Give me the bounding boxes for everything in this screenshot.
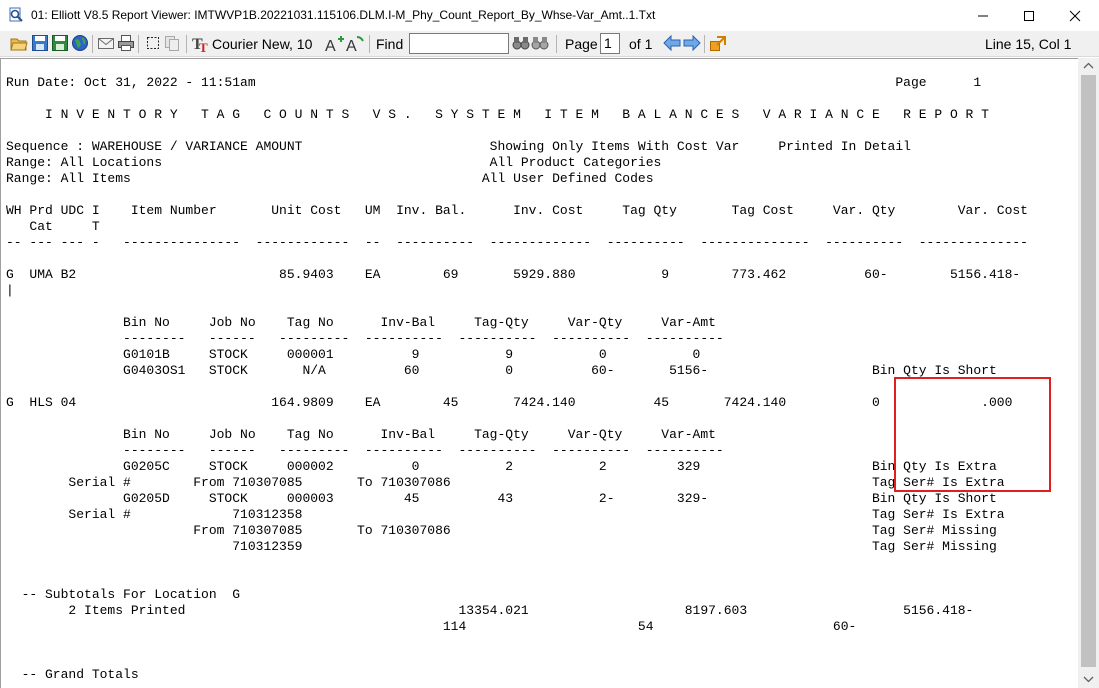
report-line: G0101B STOCK 000001 9 9 0 0 [6,347,701,362]
toolbar-separator [138,35,139,53]
report-line: WH Prd UDC I Item Number Unit Cost UM In… [6,203,1028,218]
toolbar: TT Courier New, 10 A A Find Page 1 of 1 … [0,31,1099,57]
maximize-icon [1024,11,1034,21]
report-line: G HLS 04 164.9809 EA 45 7424.140 45 7424… [6,395,1013,410]
toolbar-separator [556,35,557,53]
minimize-button[interactable] [960,0,1006,31]
report-line: -- --- --- - --------------- -----------… [6,235,1028,250]
font-tt-icon[interactable]: TT [191,34,211,54]
find-next-binoculars-icon[interactable] [512,34,530,54]
report-line: G UMA B2 85.9403 EA 69 5929.880 9 773.46… [6,267,1021,282]
report-line: 2 Items Printed 13354.021 8197.603 5156.… [6,603,974,618]
report-line: -- Subtotals For Location G [6,587,241,602]
page-number-input[interactable]: 1 [600,33,620,54]
find-previous-binoculars-icon[interactable] [531,34,549,54]
decrease-font-icon[interactable]: A [346,34,366,54]
report-line: G0205D STOCK 000003 45 43 2- 329- Bin Qt… [6,491,997,506]
minimize-icon [978,15,988,17]
report-line: G0205C STOCK 000002 0 2 2 329 Bin Qty Is… [6,459,997,474]
svg-text:T: T [199,40,208,54]
toolbar-separator [92,35,93,53]
scrollbar-thumb[interactable] [1081,75,1096,667]
svg-text:A: A [325,38,336,54]
report-line: Range: All Items All User Defined Codes [6,171,654,186]
report-line: -------- ------ --------- ---------- ---… [6,331,724,346]
toolbar-separator [704,35,705,53]
close-icon [1069,10,1081,22]
title-bar: 01: Elliott V8.5 Report Viewer: IMTWVP1B… [0,0,1099,31]
next-page-arrow-icon[interactable] [683,34,701,54]
maximize-button[interactable] [1006,0,1052,31]
find-input[interactable] [409,33,509,54]
page-count: of 1 [629,36,653,52]
scroll-up-arrow-icon[interactable] [1078,58,1099,75]
highlight-box [894,377,1051,492]
report-line: I N V E N T O R Y T A G C O U N T S V S … [6,107,989,122]
cursor-position: Line 15, Col 1 [985,36,1072,52]
report-line: Cat T [6,219,100,234]
report-line: Run Date: Oct 31, 2022 - 11:51am Page 1 [6,75,982,90]
toolbar-separator [369,35,370,53]
previous-page-arrow-icon[interactable] [663,34,681,54]
find-label: Find [376,36,404,52]
scroll-down-arrow-icon[interactable] [1078,671,1099,688]
select-icon[interactable] [144,34,162,54]
font-selector[interactable]: Courier New, 10 [212,36,312,52]
save-icon[interactable] [31,34,49,54]
email-icon[interactable] [97,34,115,54]
report-text-area[interactable]: Run Date: Oct 31, 2022 - 11:51am Page 1 … [0,58,1078,688]
export-icon[interactable] [709,34,727,54]
report-line: -- Grand Totals [6,667,139,682]
report-line: Bin No Job No Tag No Inv-Bal Tag-Qty Var… [6,315,716,330]
web-globe-icon[interactable] [71,34,89,54]
report-line: 710312359 Tag Ser# Missing [6,539,997,554]
window-title: 01: Elliott V8.5 Report Viewer: IMTWVP1B… [31,8,656,22]
print-icon[interactable] [117,34,135,54]
report-line: G0403OS1 STOCK N/A 60 0 60- 5156- Bin Qt… [6,363,997,378]
report-line: | [6,283,14,298]
report-viewer-app-icon[interactable] [8,7,24,23]
report-line: Range: All Locations All Product Categor… [6,155,662,170]
report-line: Serial # From 710307085 To 710307086 Tag… [6,475,1005,490]
increase-font-icon[interactable]: A [325,34,345,54]
report-line: -------- ------ --------- ---------- ---… [6,443,724,458]
open-folder-icon[interactable] [10,34,28,54]
report-line: Bin No Job No Tag No Inv-Bal Tag-Qty Var… [6,427,716,442]
save-as-icon[interactable] [51,34,69,54]
report-line: From 710307085 To 710307086 Tag Ser# Mis… [6,523,997,538]
report-line: Serial # 710312358 Tag Ser# Is Extra [6,507,1005,522]
report-line: 114 54 60- [6,619,857,634]
vertical-scrollbar[interactable] [1078,58,1099,688]
report-line: Sequence : WAREHOUSE / VARIANCE AMOUNT S… [6,139,911,154]
copy-icon[interactable] [163,34,181,54]
svg-text:A: A [346,38,357,54]
toolbar-separator [186,35,187,53]
page-label: Page [565,36,598,52]
close-button[interactable] [1052,0,1098,31]
